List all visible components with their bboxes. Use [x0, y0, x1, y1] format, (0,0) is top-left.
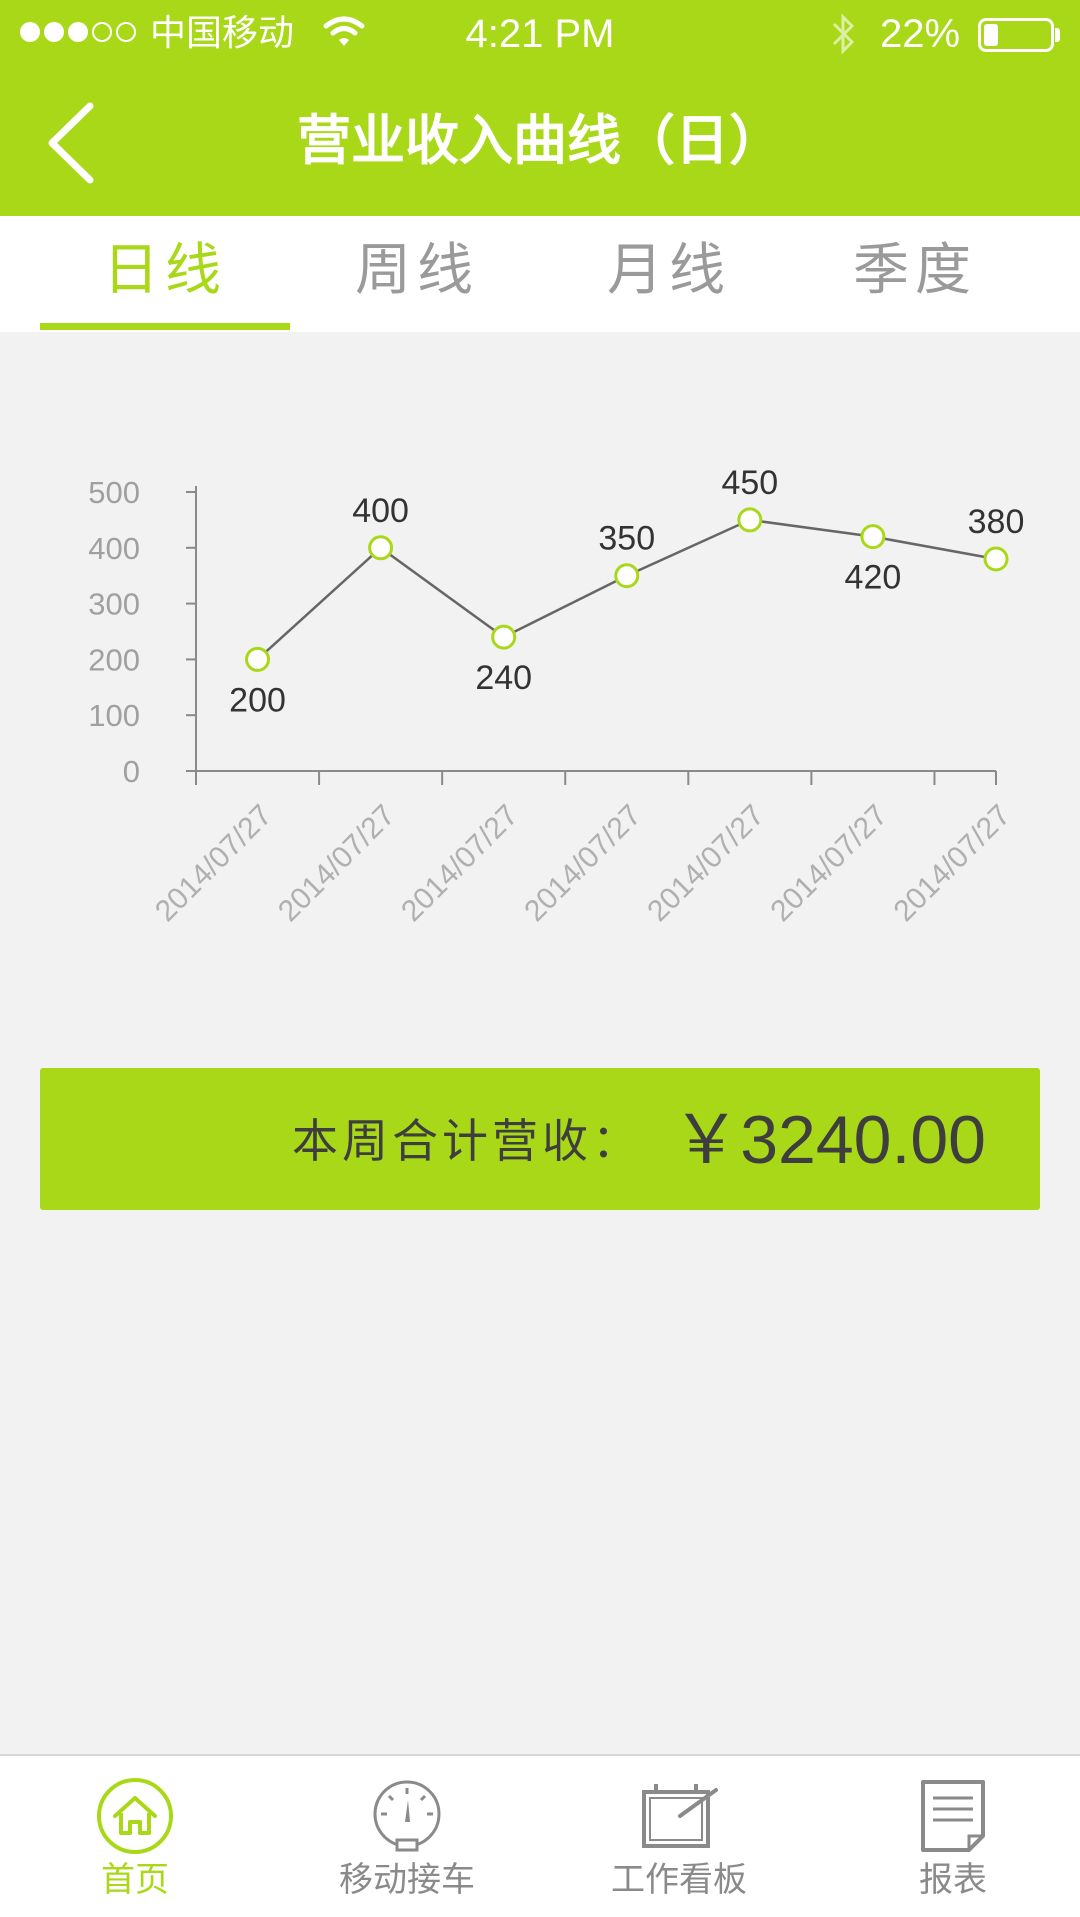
gauge-icon: [373, 1780, 441, 1852]
x-tick-label: 2014/07/27: [395, 799, 525, 929]
tab-daily[interactable]: 日线: [40, 238, 290, 304]
battery-percentage: 22%: [880, 12, 961, 56]
weekly-total-label: 本周合计营收：: [292, 1114, 642, 1168]
data-point: [368, 535, 394, 561]
y-tick-label: 300: [88, 587, 140, 622]
weekly-total-value: ￥3240.00: [672, 1102, 986, 1178]
chart-canvas: 01002003004005002014/07/272014/07/272014…: [88, 464, 1025, 929]
tab-monthly[interactable]: 月线: [544, 238, 794, 304]
data-point: [245, 646, 271, 672]
y-tick-label: 500: [88, 475, 140, 510]
tabbar-label-reports: 报表: [919, 1860, 987, 1900]
tab-weekly[interactable]: 周线: [292, 238, 542, 304]
tabbar-label-home: 首页: [101, 1860, 169, 1900]
tabbar-label-work-board: 工作看板: [611, 1860, 747, 1900]
weekly-total-bar: 本周合计营收： ￥3240.00: [40, 1068, 1040, 1210]
battery-icon: [978, 18, 1054, 52]
y-tick-label: 400: [88, 531, 140, 566]
data-label: 450: [721, 464, 778, 502]
data-label: 400: [352, 492, 409, 530]
tabbar-item-reports[interactable]: 报表: [853, 1776, 1053, 1900]
bluetooth-icon: [832, 13, 855, 55]
y-tick-label: 100: [88, 698, 140, 733]
period-tabs: 日线 周线 月线 季度: [0, 216, 1080, 332]
data-label: 380: [968, 503, 1025, 541]
x-tick-label: 2014/07/27: [272, 799, 402, 929]
x-tick-label: 2014/07/27: [149, 799, 279, 929]
data-label: 240: [475, 659, 532, 697]
nav-bar: 营业收入曲线（日）: [0, 68, 1080, 216]
x-tick-label: 2014/07/27: [887, 799, 1017, 929]
tabbar-item-mobile-checkin[interactable]: 移动接车: [307, 1776, 507, 1900]
data-point: [737, 507, 763, 533]
tabbar-label-mobile-checkin: 移动接车: [339, 1860, 475, 1900]
data-point: [860, 524, 886, 550]
data-label: 350: [598, 520, 655, 558]
data-label: 200: [229, 681, 286, 719]
y-tick-label: 0: [123, 754, 140, 789]
y-tick-label: 200: [88, 642, 140, 677]
page-title: 营业收入曲线（日）: [297, 109, 783, 172]
tab-quarterly[interactable]: 季度: [790, 238, 1040, 304]
tabbar-item-home[interactable]: 首页: [35, 1776, 235, 1900]
x-tick-label: 2014/07/27: [518, 799, 648, 929]
board-icon: [642, 1784, 718, 1848]
x-tick-label: 2014/07/27: [764, 799, 894, 929]
bottom-tab-bar: 首页 移动接车 工作看板 报表: [0, 1754, 1080, 1917]
status-bar: 中国移动 4:21 PM 22%: [0, 0, 1080, 68]
active-tab-indicator: [40, 323, 290, 330]
report-icon: [921, 1780, 985, 1852]
x-tick-label: 2014/07/27: [641, 799, 771, 929]
revenue-line-chart: 0 100 200 300 400 500 2014/07/27 2014/07/27 2014…: [0, 440, 1080, 980]
home-icon: [97, 1778, 173, 1854]
data-label: 420: [845, 559, 902, 597]
tabbar-item-work-board[interactable]: 工作看板: [579, 1776, 779, 1900]
battery-tip: [1055, 28, 1060, 42]
data-point: [614, 563, 640, 589]
data-point: [983, 546, 1009, 572]
data-point: [491, 624, 517, 650]
